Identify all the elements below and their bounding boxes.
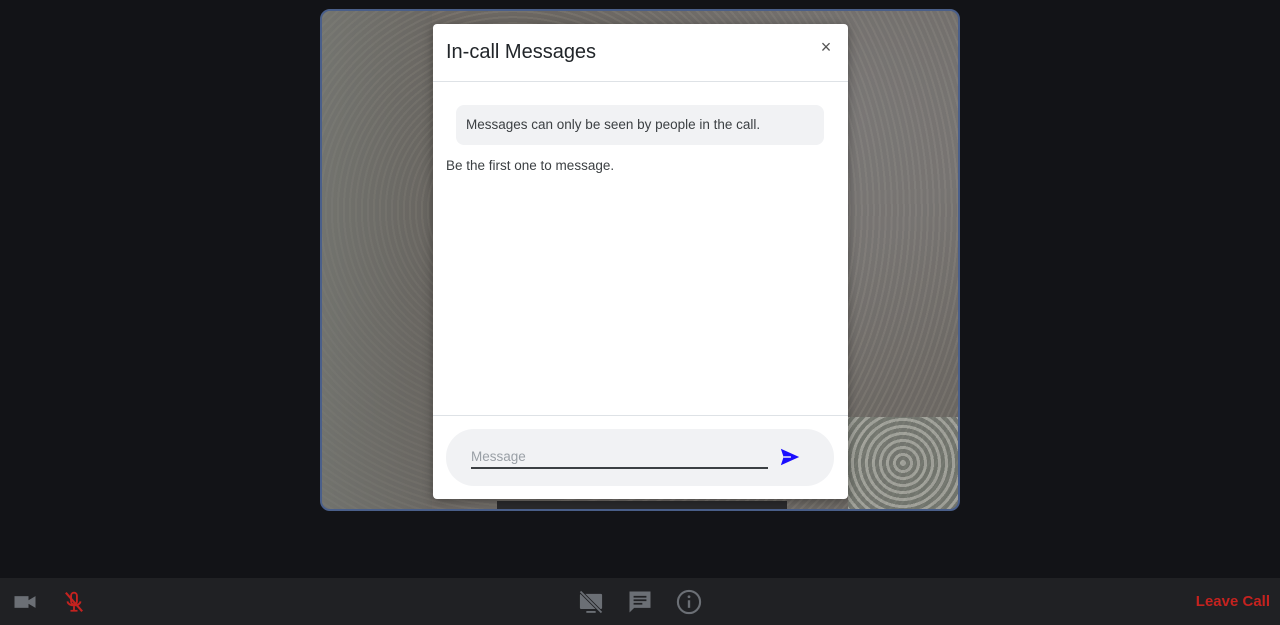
mic-toggle-button[interactable] <box>60 588 88 616</box>
message-composer <box>446 429 834 486</box>
chat-icon <box>629 591 651 613</box>
mic-off-icon <box>65 591 83 613</box>
camera-icon <box>14 596 36 608</box>
in-call-messages-dialog: In-call Messages × Messages can only be … <box>433 24 848 499</box>
info-icon <box>676 589 702 615</box>
video-frame-strip <box>497 501 787 509</box>
screen-share-button[interactable] <box>577 588 605 616</box>
close-icon: × <box>820 37 832 57</box>
dialog-header: In-call Messages × <box>433 24 848 82</box>
send-button[interactable] <box>778 446 802 468</box>
call-stage: In-call Messages × Messages can only be … <box>0 0 1280 625</box>
info-button[interactable] <box>675 588 703 616</box>
empty-messages-text: Be the first one to message. <box>446 158 615 173</box>
privacy-notice: Messages can only be seen by people in t… <box>456 105 824 145</box>
chat-button[interactable] <box>626 588 654 616</box>
screen-share-off-icon <box>579 590 603 614</box>
dialog-title: In-call Messages <box>446 41 597 63</box>
close-button[interactable]: × <box>818 38 834 56</box>
camera-toggle-button[interactable] <box>11 588 39 616</box>
send-icon <box>780 448 800 466</box>
dialog-footer <box>433 415 848 499</box>
call-toolbar: Leave Call <box>0 578 1280 625</box>
message-input[interactable] <box>471 445 768 469</box>
leave-call-button[interactable]: Leave Call <box>1196 593 1270 610</box>
